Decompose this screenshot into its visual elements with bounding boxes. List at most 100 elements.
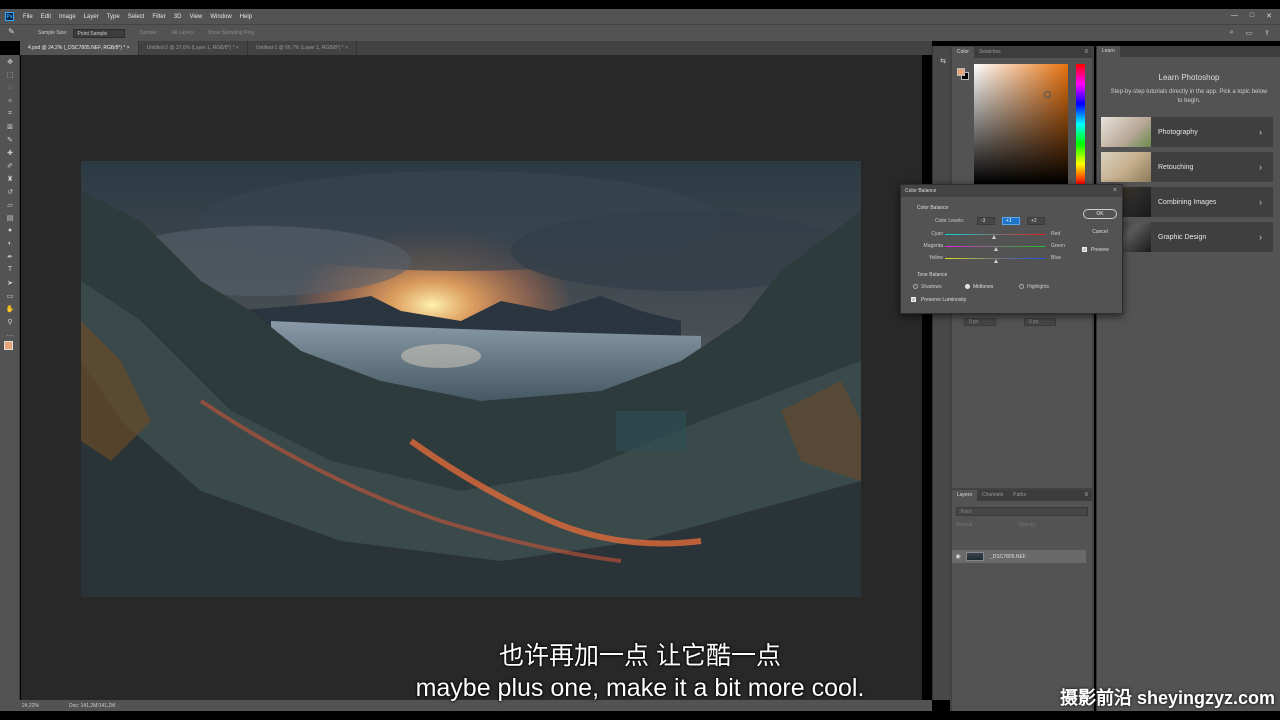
tab-untitled-1[interactable]: Untitled-1 @ 66,7% (Layer 1, RGB/8*) * ×: [248, 41, 358, 55]
color-levels-label: Color Levels:: [935, 218, 965, 224]
tab-4-psd[interactable]: 4.psd @ 24,2% (_DSC7805.NEF, RGB/8*) * ×: [20, 41, 139, 55]
maximize-button[interactable]: □: [1250, 12, 1254, 20]
layers-menu-icon[interactable]: ≡: [1084, 492, 1088, 498]
midtones-radio[interactable]: [965, 284, 970, 289]
search-icon[interactable]: ⌕: [1230, 29, 1234, 37]
clone-stamp-tool-icon[interactable]: ♜: [0, 172, 20, 185]
property-input-2[interactable]: 0 px: [1024, 318, 1056, 326]
menu-3d[interactable]: 3D: [174, 14, 182, 20]
panel-menu-icon[interactable]: ≡: [1084, 49, 1088, 55]
sample-label: Sample:: [139, 30, 158, 36]
dodge-tool-icon[interactable]: ◐: [0, 237, 20, 250]
quick-select-tool-icon[interactable]: ✧: [0, 94, 20, 107]
menu-edit[interactable]: Edit: [41, 14, 51, 20]
move-tool-icon[interactable]: ✥: [0, 55, 20, 68]
tab-color[interactable]: Color: [952, 47, 974, 58]
eraser-tool-icon[interactable]: ▱: [0, 198, 20, 211]
menu-file[interactable]: File: [23, 14, 33, 20]
magenta-green-slider-thumb[interactable]: [993, 247, 998, 251]
photoshop-logo-icon: Ps: [5, 12, 14, 21]
workspace-icon[interactable]: ▭: [1246, 29, 1253, 37]
layer-row[interactable]: ◉ _DSC7805.NEF: [952, 550, 1086, 563]
menu-select[interactable]: Select: [128, 14, 145, 20]
tab-learn[interactable]: Learn: [1097, 46, 1120, 57]
tab-layers[interactable]: Layers: [952, 490, 978, 501]
shape-tool-icon[interactable]: ▭: [0, 289, 20, 302]
blend-mode-select[interactable]: Normal: [956, 522, 972, 528]
eye-icon[interactable]: ◉: [952, 553, 964, 560]
minimize-button[interactable]: —: [1231, 12, 1238, 20]
cancel-button[interactable]: Cancel: [1083, 227, 1117, 237]
brush-tool-icon[interactable]: ✐: [0, 159, 20, 172]
menu-layer[interactable]: Layer: [84, 14, 99, 20]
landscape-photo-canvas[interactable]: [81, 161, 861, 597]
eyedropper-tool-icon[interactable]: ✎: [0, 133, 20, 146]
eyedropper-icon[interactable]: ✎: [8, 27, 24, 39]
highlights-label: Highlights: [1027, 284, 1049, 290]
tab-paths[interactable]: Paths: [1008, 490, 1031, 501]
hand-tool-icon[interactable]: ✋: [0, 302, 20, 315]
close-window-button[interactable]: ✕: [1266, 12, 1272, 20]
crop-tool-icon[interactable]: ⌗: [0, 107, 20, 120]
more-tools-icon[interactable]: …: [0, 328, 20, 341]
learn-description: Step-by-step tutorials directly in the a…: [1110, 89, 1268, 104]
cyan-red-slider-thumb[interactable]: [991, 235, 996, 239]
chevron-right-icon: ›: [1259, 232, 1262, 242]
menu-view[interactable]: View: [189, 14, 202, 20]
learn-card-photography[interactable]: Photography ›: [1101, 117, 1273, 147]
level-magenta-green-input[interactable]: +1: [1002, 217, 1020, 225]
chevron-right-icon: ›: [1259, 162, 1262, 172]
menu-type[interactable]: Type: [107, 14, 120, 20]
zoom-tool-icon[interactable]: ⚲: [0, 315, 20, 328]
ok-button[interactable]: OK: [1083, 209, 1117, 219]
tools-panel: ✥ ⬚ ◌ ✧ ⌗ ⊠ ✎ ✚ ✐ ♜ ↺ ▱ ▤ ● ◐ ✒ T ➤ ▭ ✋ …: [0, 55, 20, 700]
sample-select[interactable]: All Layers: [172, 30, 194, 36]
marquee-tool-icon[interactable]: ⬚: [0, 68, 20, 81]
color-picker-marker[interactable]: [1044, 91, 1051, 98]
menu-help[interactable]: Help: [240, 14, 252, 20]
learn-card-label: Photography: [1158, 128, 1198, 136]
sample-size-select[interactable]: Point Sample: [73, 28, 126, 38]
preview-checkbox[interactable]: ✓: [1082, 247, 1087, 252]
path-select-tool-icon[interactable]: ➤: [0, 276, 20, 289]
menu-window[interactable]: Window: [210, 14, 231, 20]
highlights-radio[interactable]: [1019, 284, 1024, 289]
hue-slider[interactable]: [1076, 64, 1085, 184]
tab-swatches[interactable]: Swatches: [974, 47, 1006, 58]
sample-size-label: Sample Size:: [38, 30, 68, 36]
history-brush-tool-icon[interactable]: ↺: [0, 185, 20, 198]
preserve-luminosity-checkbox[interactable]: ✓: [911, 297, 916, 302]
blur-tool-icon[interactable]: ●: [0, 224, 20, 237]
type-tool-icon[interactable]: T: [0, 263, 20, 276]
learn-tab-bar: [1097, 46, 1280, 57]
shadows-radio[interactable]: [913, 284, 918, 289]
yellow-blue-slider-thumb[interactable]: [994, 259, 998, 263]
close-icon[interactable]: ×: [1113, 185, 1117, 197]
menu-filter[interactable]: Filter: [152, 14, 165, 20]
learn-card-label: Graphic Design: [1158, 233, 1207, 241]
healing-brush-tool-icon[interactable]: ✚: [0, 146, 20, 159]
retouching-thumbnail: [1101, 152, 1151, 182]
pen-tool-icon[interactable]: ✒: [0, 250, 20, 263]
show-sampling-ring-checkbox[interactable]: Show Sampling Ring: [208, 30, 254, 36]
learn-card-combining-images[interactable]: Combining Images ›: [1101, 187, 1273, 217]
foreground-color-swatch[interactable]: [4, 341, 13, 350]
layer-filter-input[interactable]: Kind: [956, 507, 1088, 516]
level-yellow-blue-input[interactable]: +2: [1027, 217, 1045, 225]
share-icon[interactable]: ⇪: [1264, 29, 1270, 37]
learn-card-graphic-design[interactable]: Graphic Design ›: [1101, 222, 1273, 252]
color-foreground-swatch[interactable]: [957, 68, 965, 76]
color-picker-field[interactable]: [974, 64, 1068, 184]
learn-card-retouching[interactable]: Retouching ›: [1101, 152, 1273, 182]
frame-tool-icon[interactable]: ⊠: [0, 120, 20, 133]
lasso-tool-icon[interactable]: ◌: [0, 81, 20, 94]
options-right-icons: ⌕ ▭ ⇪: [1230, 29, 1270, 37]
tab-untitled-2[interactable]: Untitled-2 @ 37,6% (Layer 1, RGB/8*) * ×: [139, 41, 248, 55]
level-cyan-red-input[interactable]: -3: [977, 217, 995, 225]
gradient-tool-icon[interactable]: ▤: [0, 211, 20, 224]
tab-channels[interactable]: Channels: [977, 490, 1008, 501]
menu-image[interactable]: Image: [59, 14, 76, 20]
zoom-level[interactable]: 24,22%: [22, 703, 39, 709]
panel-icon-column: ⇆: [932, 46, 950, 700]
property-input-1[interactable]: 0 px: [964, 318, 996, 326]
